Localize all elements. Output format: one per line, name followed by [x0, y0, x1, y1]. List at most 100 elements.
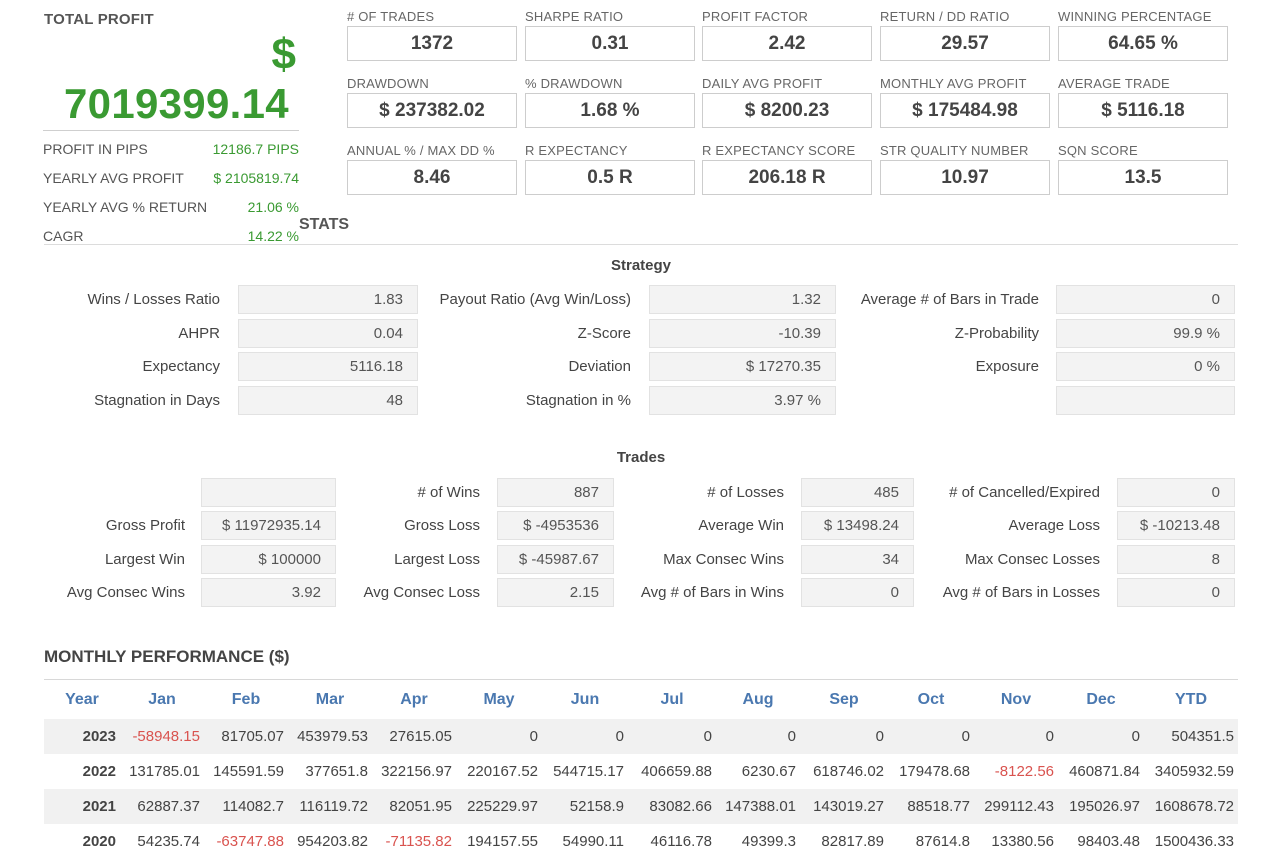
total-profit-value: 7019399.14	[64, 80, 289, 127]
trades-value-largest-loss: $ -45987.67	[497, 545, 614, 574]
metric-sqn-score: SQN SCORE 13.5	[1058, 143, 1228, 195]
strategy-value-z-score: -10.39	[649, 319, 836, 348]
summary-divider	[43, 130, 299, 131]
strategy-value-expectancy: 5116.18	[238, 352, 418, 381]
stats-divider	[44, 244, 1238, 245]
metric-average-trade: AVERAGE TRADE $ 5116.18	[1058, 76, 1228, 128]
trades-label-num-wins: # of Wins	[417, 484, 480, 501]
metric-value: 1372	[347, 26, 517, 61]
strategy-value-ahpr: 0.04	[238, 319, 418, 348]
metric-value: 8.46	[347, 160, 517, 195]
table-cell: 377651.8	[305, 763, 368, 780]
column-header[interactable]: Sep	[800, 679, 888, 719]
trades-value-num-cancelled: 0	[1117, 478, 1235, 507]
stats-title: STATS	[299, 216, 350, 233]
metric-drawdown: DRAWDOWN $ 237382.02	[347, 76, 517, 128]
table-cell: 6230.67	[741, 763, 796, 780]
table-cell: 0	[542, 719, 628, 754]
column-header[interactable]: Oct	[888, 679, 974, 719]
trades-value-average-win: $ 13498.24	[801, 511, 914, 540]
strategy-label-wins-losses-ratio: Wins / Losses Ratio	[87, 291, 220, 308]
strategy-value-stagnation-days: 48	[238, 386, 418, 415]
year-cell: 2023	[44, 719, 120, 754]
metric-value: 1.68 %	[525, 93, 695, 128]
table-cell: 98403.48	[1077, 833, 1140, 850]
year-cell: 2021	[44, 789, 120, 824]
table-cell: 143019.27	[800, 789, 888, 824]
year-cell: 2022	[82, 763, 116, 780]
table-cell: 179478.68	[899, 763, 970, 780]
trades-title: Trades	[616, 449, 666, 466]
metric-value: 0.5 R	[525, 160, 695, 195]
table-cell: 131785.01	[129, 763, 200, 780]
strategy-label-stagnation-days: Stagnation in Days	[94, 392, 220, 409]
table-cell: 114082.7	[204, 789, 288, 824]
trades-label-largest-loss: Largest Loss	[394, 551, 480, 568]
metric-value: $ 175484.98	[880, 93, 1050, 128]
column-header[interactable]: Year	[44, 679, 120, 719]
column-header[interactable]: Nov	[974, 679, 1058, 719]
table-row: 2022 131785.01 145591.59 377651.8 322156.97 2…	[44, 754, 1238, 789]
metric-label: DAILY AVG PROFIT	[702, 76, 823, 91]
strategy-label-stagnation-percent: Stagnation in %	[525, 392, 631, 409]
trades-value-num-losses: 485	[801, 478, 914, 507]
trades-label-num-losses: # of Losses	[707, 484, 784, 501]
strategy-label-expectancy: Expectancy	[142, 358, 220, 375]
table-cell: 13380.56	[991, 833, 1054, 850]
table-cell: 194157.55	[467, 833, 538, 850]
table-cell: 0	[628, 719, 716, 754]
summary-label: CAGR	[43, 228, 84, 244]
metric-label: RETURN / DD RATIO	[880, 9, 1010, 24]
metric-value: $ 5116.18	[1058, 93, 1228, 128]
trades-value-avg-consec-loss: 2.15	[497, 578, 614, 607]
strategy-label-ahpr: AHPR	[178, 325, 220, 342]
table-cell: -63747.88	[216, 833, 284, 850]
metric-label: R EXPECTANCY SCORE	[702, 143, 856, 158]
strategy-value-stagnation-percent: 3.97 %	[649, 386, 836, 415]
table-cell: 116119.72	[288, 789, 372, 824]
table-cell: 225229.97	[456, 789, 542, 824]
table-cell: 220167.52	[467, 763, 538, 780]
table-cell: 322156.97	[381, 763, 452, 780]
monthly-performance-table: Year Jan Feb Mar Apr May Jun Jul Aug Sep Oct Nov Dec…	[44, 679, 1238, 859]
metric-value: 0.31	[525, 26, 695, 61]
metric-str-quality-number: STR QUALITY NUMBER 10.97	[880, 143, 1050, 195]
column-header[interactable]: Jan	[120, 679, 204, 719]
column-header[interactable]: Mar	[288, 679, 372, 719]
table-cell: -58948.15	[120, 719, 204, 754]
column-header[interactable]: Jun	[542, 679, 628, 719]
column-header[interactable]: YTD	[1144, 679, 1238, 719]
strategy-value-wins-losses-ratio: 1.83	[238, 285, 418, 314]
table-cell: 504351.5	[1144, 719, 1238, 754]
table-cell: 618746.02	[813, 763, 884, 780]
column-header[interactable]: Apr	[372, 679, 456, 719]
summary-label: YEARLY AVG PROFIT	[43, 170, 184, 186]
trades-value-empty	[201, 478, 336, 507]
metric-num-trades: # OF TRADES 1372	[347, 9, 517, 61]
table-cell: 0	[888, 719, 974, 754]
metric-label: MONTHLY AVG PROFIT	[880, 76, 1027, 91]
metric-label: STR QUALITY NUMBER	[880, 143, 1029, 158]
summary-value: 12186.7 PIPS	[212, 141, 299, 157]
metric-label: ANNUAL % / MAX DD %	[347, 143, 495, 158]
year-cell: 2020	[82, 833, 116, 850]
trades-value-max-consec-losses: 8	[1117, 545, 1235, 574]
table-cell: 49399.3	[741, 833, 796, 850]
column-header[interactable]: Jul	[628, 679, 716, 719]
monthly-performance-title: MONTHLY PERFORMANCE ($)	[44, 647, 290, 666]
metric-value: 206.18 R	[702, 160, 872, 195]
table-cell: 0	[456, 719, 542, 754]
column-header[interactable]: Feb	[204, 679, 288, 719]
metric-value: $ 237382.02	[347, 93, 517, 128]
trades-value-avg-bars-losses: 0	[1117, 578, 1235, 607]
column-header[interactable]: May	[456, 679, 542, 719]
column-header[interactable]: Dec	[1058, 679, 1144, 719]
column-header[interactable]: Aug	[716, 679, 800, 719]
trades-value-largest-win: $ 100000	[201, 545, 336, 574]
strategy-label-payout-ratio: Payout Ratio (Avg Win/Loss)	[439, 291, 631, 308]
strategy-label-z-score: Z-Score	[577, 325, 631, 342]
metric-r-expectancy: R EXPECTANCY 0.5 R	[525, 143, 695, 195]
metric-label: PROFIT FACTOR	[702, 9, 809, 24]
trades-value-max-consec-wins: 34	[801, 545, 914, 574]
summary-label: YEARLY AVG % RETURN	[43, 199, 208, 215]
